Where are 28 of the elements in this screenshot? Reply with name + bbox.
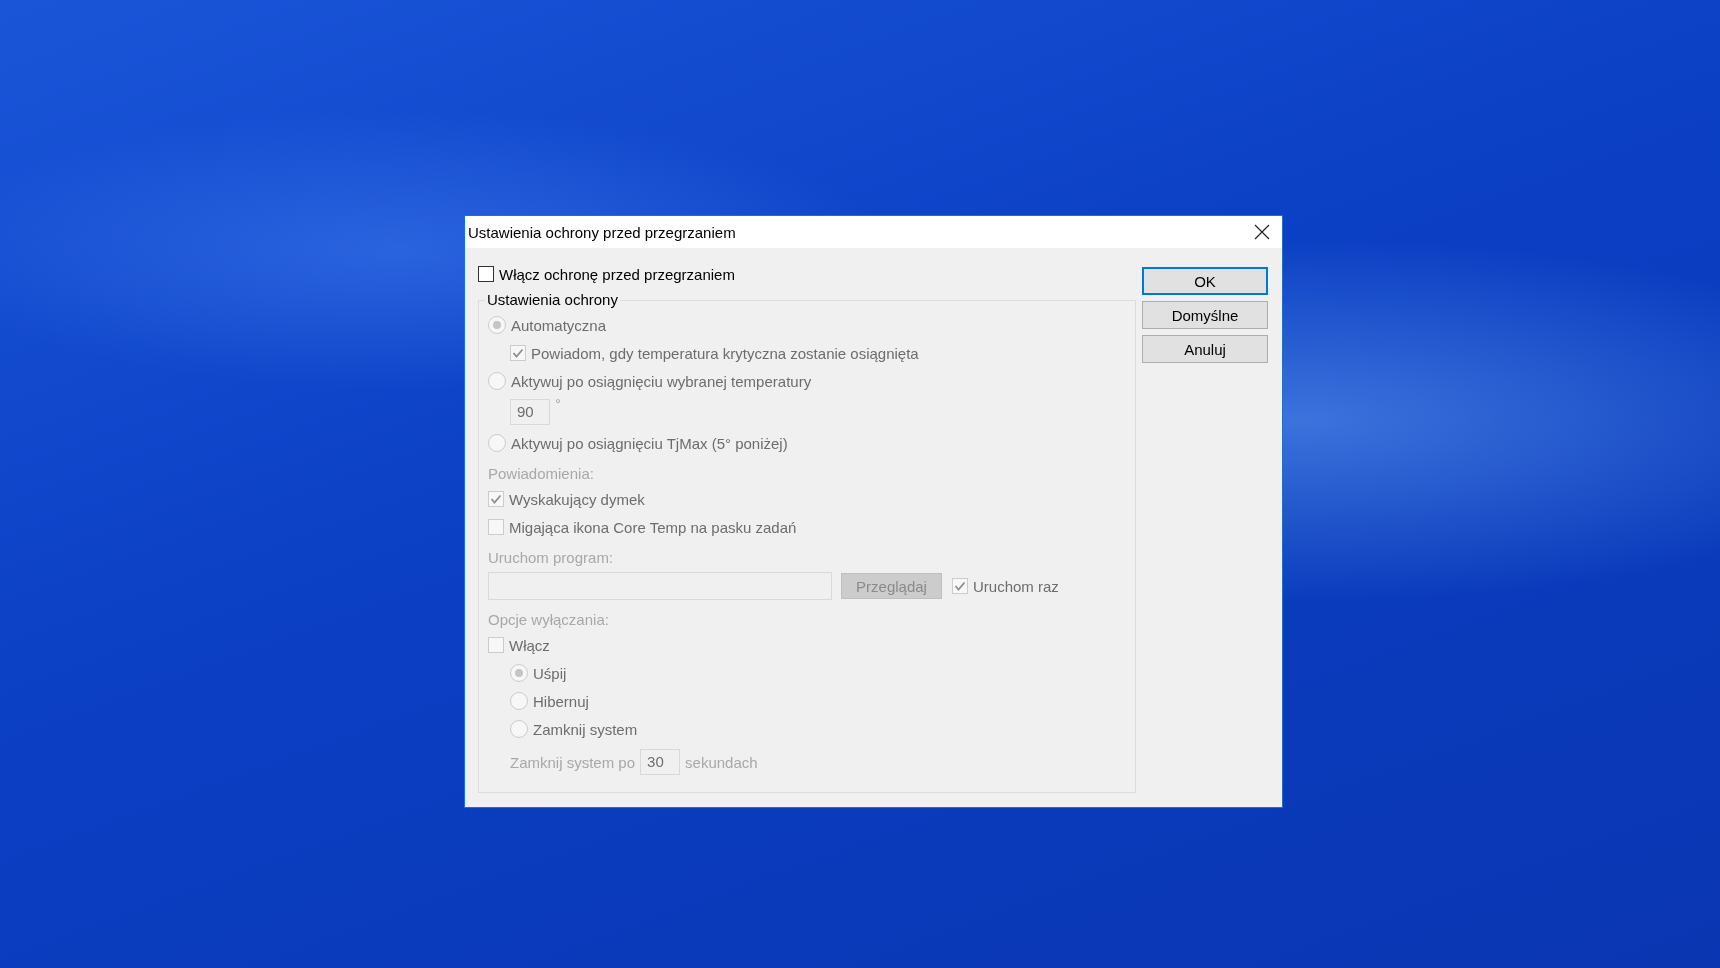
- radio-label: Hibernuj: [533, 692, 589, 710]
- group-title: Ustawienia ochrony: [485, 291, 620, 309]
- checkbox-label: Migająca ikona Core Temp na pasku zadań: [509, 518, 797, 536]
- radio-label: Aktywuj po osiągnięciu TjMax (5° poniżej): [511, 434, 788, 452]
- checkbox-label: Wyskakujący dymek: [509, 490, 645, 508]
- check-icon: [490, 493, 502, 505]
- radio-label: Automatyczna: [511, 316, 607, 334]
- delay-label: Zamknij system po: [510, 753, 636, 771]
- check-icon: [954, 580, 966, 592]
- radio-label: Aktywuj po osiągnięciu wybranej temperatury: [511, 372, 812, 390]
- section-label: Powiadomienia:: [488, 464, 594, 482]
- degree-label: °: [555, 395, 561, 412]
- window-title: Ustawienia ochrony przed przegrzaniem: [468, 223, 736, 241]
- dialog-button[interactable]: Domyślne: [1142, 301, 1268, 329]
- checkbox-label: Uruchom raz: [973, 577, 1059, 595]
- dialog-button[interactable]: OK: [1142, 267, 1268, 295]
- radio-label: Uśpij: [533, 664, 567, 682]
- section-label: Opcje wyłączania:: [488, 610, 609, 628]
- checkbox[interactable]: [478, 266, 494, 282]
- radio-label: Zamknij system: [533, 720, 638, 738]
- checkbox-label: Włącz: [509, 636, 550, 654]
- check-icon: [512, 347, 524, 359]
- section-label: Uruchom program:: [488, 548, 614, 566]
- dialog-button[interactable]: Anuluj: [1142, 335, 1268, 363]
- seconds-label: sekundach: [685, 753, 758, 771]
- checkbox-label: Włącz ochronę przed przegrzaniem: [499, 265, 735, 283]
- close-icon[interactable]: [1254, 224, 1270, 240]
- checkbox-label: Powiadom, gdy temperatura krytyczna zostanie osiągnięta: [531, 344, 919, 362]
